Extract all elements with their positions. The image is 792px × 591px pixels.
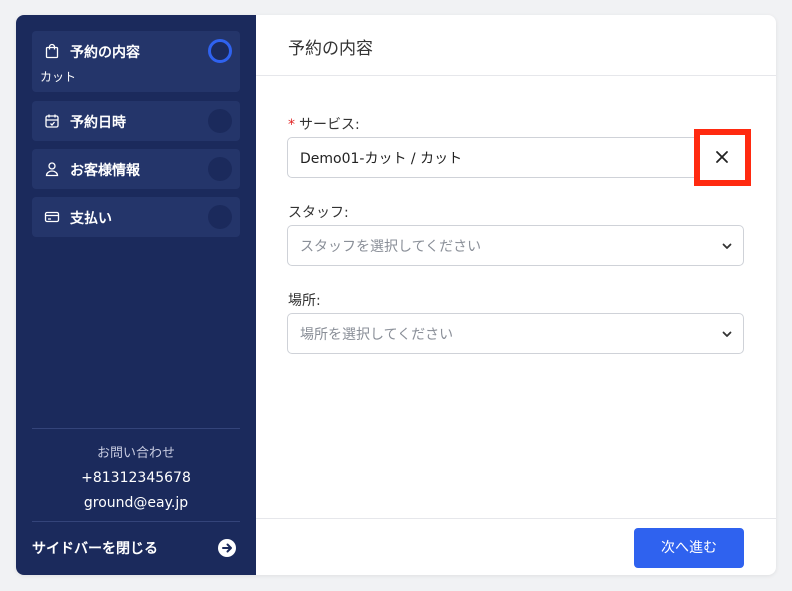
calendar-icon (44, 113, 60, 129)
next-button[interactable]: 次へ進む (634, 528, 744, 568)
contact-heading: お問い合わせ (96, 446, 175, 461)
shopping-bag-icon (44, 43, 60, 59)
panel-footer: 次へ進む (256, 518, 776, 575)
step-status-circle (208, 205, 232, 229)
step-label: お客様情報 (70, 163, 140, 179)
close-icon (716, 151, 728, 163)
close-sidebar-label: サイドバーを閉じる (32, 541, 158, 557)
staff-placeholder: スタッフを選択してください (300, 239, 482, 255)
step-booking-datetime[interactable]: 予約日時 (32, 101, 240, 141)
step-label: 予約日時 (70, 115, 126, 131)
close-sidebar-button[interactable]: サイドバーを閉じる (32, 521, 240, 575)
step-label: 支払い (70, 211, 112, 227)
main-panel: 予約の内容 * サービス: Demo01-カット / カット スタッフ: スタッフ… (256, 15, 776, 575)
step-label: 予約の内容 (70, 45, 140, 61)
service-label-text: サービス: (299, 117, 360, 133)
step-status-circle (208, 157, 232, 181)
step-payment[interactable]: 支払い (32, 197, 240, 237)
location-select[interactable]: 場所を選択してください (287, 313, 744, 354)
step-booking-content[interactable]: 予約の内容 カット (32, 31, 240, 92)
panel-header: 予約の内容 (256, 15, 776, 76)
step-sub-label: カット (40, 70, 77, 84)
contact-email[interactable]: ground@eay.jp (32, 495, 240, 511)
step-customer-info[interactable]: お客様情報 (32, 149, 240, 189)
location-placeholder: 場所を選択してください (300, 327, 454, 343)
contact-info: お問い合わせ +81312345678 ground@eay.jp (32, 428, 240, 511)
page-title: 予約の内容 (288, 39, 373, 59)
clear-button-inner (700, 135, 745, 180)
service-select[interactable]: Demo01-カット / カット (287, 137, 744, 178)
chevron-down-icon (721, 240, 733, 252)
credit-card-icon (44, 209, 60, 225)
arrow-right-icon (218, 539, 236, 557)
required-mark: * (288, 117, 295, 133)
service-label: * サービス: (288, 114, 360, 134)
user-icon (44, 161, 60, 177)
clear-service-button[interactable] (694, 129, 751, 186)
contact-phone[interactable]: +81312345678 (32, 470, 240, 486)
location-label: 場所: (288, 293, 321, 309)
service-value: Demo01-カット / カット (300, 151, 463, 167)
booking-card: 予約の内容 カット 予約日時 お客様情報 支払い お問い合わせ +8131234… (16, 15, 776, 575)
staff-label: スタッフ: (288, 205, 349, 221)
staff-select[interactable]: スタッフを選択してください (287, 225, 744, 266)
chevron-down-icon (721, 328, 733, 340)
step-status-circle (208, 109, 232, 133)
sidebar: 予約の内容 カット 予約日時 お客様情報 支払い お問い合わせ +8131234… (16, 15, 256, 575)
step-status-circle (208, 39, 232, 63)
